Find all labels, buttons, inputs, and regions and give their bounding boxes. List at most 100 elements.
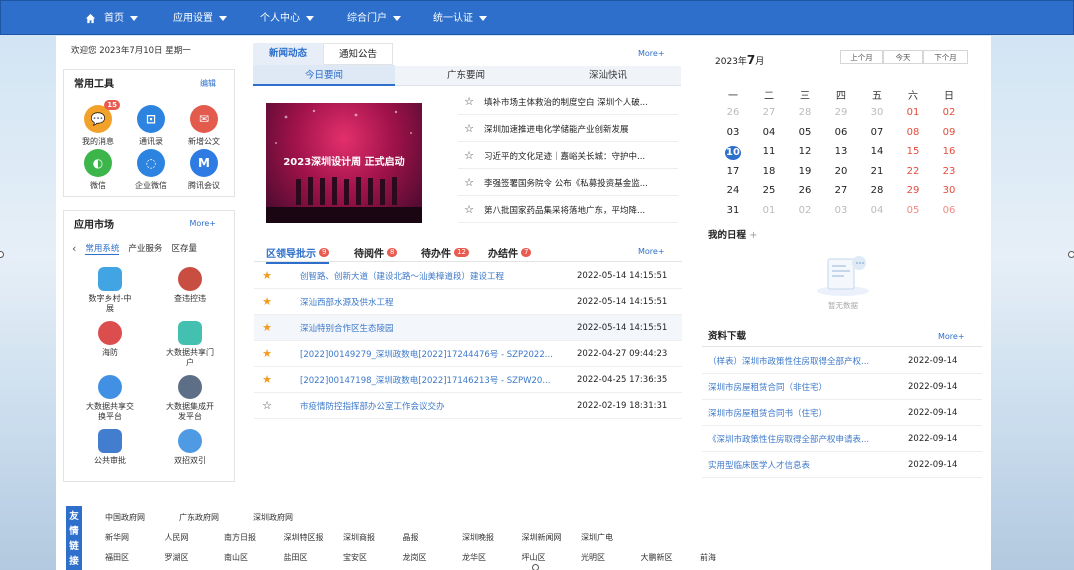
star-outline-icon[interactable]: ☆ — [458, 149, 480, 162]
calendar-day[interactable]: 06 — [826, 127, 856, 138]
tab-today-news[interactable]: 今日要闻 — [253, 65, 395, 86]
calendar-day[interactable]: 28 — [862, 185, 892, 196]
friendly-link[interactable]: 龙华区 — [462, 552, 486, 563]
friendly-link[interactable]: 深圳广电 — [581, 532, 613, 543]
calendar-day[interactable]: 29 — [898, 185, 928, 196]
today-button[interactable]: 今天 — [883, 50, 923, 64]
app-approval[interactable]: 公共审批 — [70, 428, 150, 466]
download-item[interactable]: 深圳市房屋租赁合同（非住宅） 2022-09-14 — [702, 374, 982, 400]
friendly-link[interactable]: 新华网 — [105, 532, 129, 543]
work-more-link[interactable]: More+ — [638, 247, 665, 256]
tab-shenshan-news[interactable]: 深汕快讯 — [537, 65, 679, 86]
star-filled-icon[interactable]: ★ — [254, 269, 280, 282]
calendar-day[interactable]: 31 — [718, 205, 748, 216]
calendar-day[interactable]: 30 — [934, 185, 964, 196]
friendly-link[interactable]: 宝安区 — [343, 552, 367, 563]
download-item[interactable]: 《深圳市政策性住房取得全部产权申请表... 2022-09-14 — [702, 426, 982, 452]
calendar-day[interactable]: 03 — [718, 127, 748, 138]
prev-month-button[interactable]: 上个月 — [840, 50, 883, 64]
work-row[interactable]: ★ 深汕西部水源及供水工程 2022-05-14 14:15:51 — [254, 289, 682, 315]
friendly-link[interactable]: 南方日报 — [224, 532, 256, 543]
news-item[interactable]: ☆ 填补市场主体救治的制度空白 深圳个人破... — [458, 89, 678, 115]
friendly-link[interactable]: 坪山区 — [522, 552, 546, 563]
download-item[interactable]: 深圳市房屋租赁合同书（住宅） 2022-09-14 — [702, 400, 982, 426]
calendar-day[interactable]: 06 — [934, 205, 964, 216]
news-more-link[interactable]: More+ — [638, 49, 665, 58]
calendar-day[interactable]: 21 — [862, 166, 892, 177]
star-filled-icon[interactable]: ★ — [254, 347, 280, 360]
tool-meeting[interactable]: M 腾讯会议 — [179, 149, 229, 191]
tab-industry-services[interactable]: 产业服务 — [128, 242, 162, 254]
star-outline-icon[interactable]: ☆ — [458, 122, 480, 135]
add-schedule-icon[interactable]: + — [749, 230, 757, 241]
calendar-day[interactable]: 14 — [862, 146, 892, 157]
app-globe[interactable]: 双招双引 — [150, 428, 230, 466]
calendar-day[interactable]: 02 — [790, 205, 820, 216]
calendar-day[interactable]: 22 — [898, 166, 928, 177]
calendar-day[interactable]: 08 — [898, 127, 928, 138]
tab-notices[interactable]: 通知公告 — [323, 43, 393, 65]
calendar-day[interactable]: 20 — [826, 166, 856, 177]
app-shield[interactable]: 海防 — [70, 320, 150, 358]
calendar-day[interactable]: 01 — [754, 205, 784, 216]
tool-mail[interactable]: ✉ 新增公文 — [179, 105, 229, 147]
friendly-link[interactable]: 广东政府网 — [179, 512, 219, 523]
app-data-dev[interactable]: 大数据集成开 发平台 — [150, 374, 230, 422]
tab-to-read[interactable]: 待阅件 8 — [354, 245, 398, 260]
calendar-day[interactable]: 19 — [790, 166, 820, 177]
news-item[interactable]: ☆ 深圳加速推进电化学储能产业创新发展 — [458, 116, 678, 142]
work-row[interactable]: ☆ 市疫情防控指挥部办公室工作会议交办 2022-02-19 18:31:31 — [254, 393, 682, 419]
calendar-day[interactable]: 29 — [826, 107, 856, 118]
friendly-link[interactable]: 大鹏新区 — [641, 552, 673, 563]
calendar-day[interactable]: 04 — [754, 127, 784, 138]
friendly-link[interactable]: 深圳晚报 — [462, 532, 494, 543]
tool-wechat[interactable]: ◐ 微信 — [73, 149, 123, 191]
news-item[interactable]: ☆ 习近平的文化足迹｜嘉峪关长城：守护中... — [458, 143, 678, 169]
tab-news[interactable]: 新闻动态 — [253, 43, 323, 65]
calendar-day[interactable]: 12 — [790, 146, 820, 157]
star-outline-icon[interactable]: ☆ — [458, 203, 480, 216]
star-outline-icon[interactable]: ☆ — [254, 399, 280, 412]
friendly-link[interactable]: 深圳特区报 — [284, 532, 324, 543]
resize-handle-right[interactable] — [1068, 251, 1074, 258]
tool-wecom[interactable]: ◌ 企业微信 — [126, 149, 176, 191]
friendly-link[interactable]: 龙岗区 — [403, 552, 427, 563]
calendar-day[interactable]: 15 — [898, 146, 928, 157]
news-item[interactable]: ☆ 第八批国家药品集采将落地广东，平均降... — [458, 197, 678, 223]
app-emblem[interactable]: 查违控违 — [150, 266, 230, 304]
calendar-day[interactable]: 24 — [718, 185, 748, 196]
calendar-day[interactable]: 26 — [790, 185, 820, 196]
friendly-link[interactable]: 深圳政府网 — [253, 512, 293, 523]
next-month-button[interactable]: 下个月 — [923, 50, 968, 64]
calendar-day[interactable]: 09 — [934, 127, 964, 138]
work-row[interactable]: ★ 创智路、创新大道（建设北路～汕美樟道段）建设工程 2022-05-14 14:1… — [254, 263, 682, 289]
download-item[interactable]: 实用型临床医学人才信息表 2022-09-14 — [702, 452, 982, 478]
resize-handle-bottom[interactable] — [532, 564, 539, 570]
tab-district-stock[interactable]: 区存量 — [171, 242, 197, 254]
calendar-day[interactable]: 03 — [826, 205, 856, 216]
tool-chat[interactable]: 💬 15 我的消息 — [73, 100, 123, 147]
calendar-day[interactable]: 13 — [826, 146, 856, 157]
calendar-day[interactable]: 28 — [790, 107, 820, 118]
calendar-day-today[interactable]: 10 — [725, 146, 741, 160]
work-row[interactable]: ★ 深汕特别合作区生态陵园 2022-05-14 14:15:51 — [254, 315, 682, 341]
friendly-link[interactable]: 光明区 — [581, 552, 605, 563]
tool-address-book[interactable]: ⊡ 通讯录 — [126, 105, 176, 147]
calendar-day[interactable]: 26 — [718, 107, 748, 118]
app-digital-village[interactable]: 数字乡村-中展 — [70, 266, 150, 314]
calendar-day[interactable]: 05 — [790, 127, 820, 138]
friendly-link[interactable]: 深圳新闻网 — [522, 532, 562, 543]
nav-app-settings[interactable]: 应用设置 — [173, 1, 227, 36]
friendly-link[interactable]: 福田区 — [105, 552, 129, 563]
tab-common-systems[interactable]: 常用系统 — [85, 242, 120, 255]
calendar-day[interactable]: 16 — [934, 146, 964, 157]
calendar-day[interactable]: 18 — [754, 166, 784, 177]
resize-handle-left[interactable] — [0, 251, 4, 258]
star-filled-icon[interactable]: ★ — [254, 373, 280, 386]
friendly-link[interactable]: 人民网 — [165, 532, 189, 543]
downloads-more-link[interactable]: More+ — [938, 332, 965, 341]
work-row[interactable]: ★ [2022]00149279_深圳政数电[2022]17244476号 - S… — [254, 341, 682, 367]
download-item[interactable]: （样表）深圳市政策性住房取得全部产权... 2022-09-14 — [702, 348, 982, 374]
app-data-exchange[interactable]: 大数据共享交 换平台 — [70, 374, 150, 422]
tab-to-do[interactable]: 待办件 12 — [421, 245, 469, 260]
